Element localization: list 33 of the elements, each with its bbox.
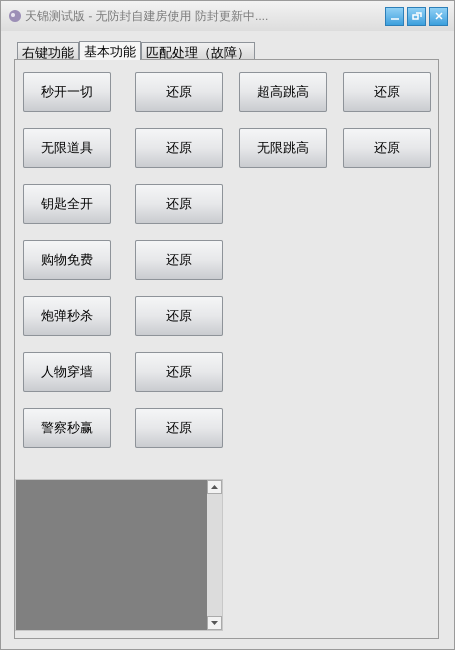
scrollbar[interactable] xyxy=(207,480,222,630)
function-button[interactable]: 还原 xyxy=(135,72,223,112)
tab[interactable]: 基本功能 xyxy=(79,41,141,60)
close-button[interactable] xyxy=(429,6,448,26)
function-button[interactable]: 还原 xyxy=(135,240,223,280)
scroll-down-icon[interactable] xyxy=(207,616,222,630)
function-button[interactable]: 还原 xyxy=(135,408,223,448)
tab[interactable]: 右键功能 xyxy=(17,42,79,59)
scroll-up-icon[interactable] xyxy=(207,480,222,494)
function-button[interactable]: 还原 xyxy=(135,184,223,224)
function-button[interactable]: 无限跳高 xyxy=(239,128,327,168)
function-button[interactable]: 无限道具 xyxy=(23,128,111,168)
window-title: 天锦测试版 - 无防封自建房使用 防封更新中.... xyxy=(25,8,268,25)
function-button[interactable]: 还原 xyxy=(343,72,431,112)
restore-button[interactable] xyxy=(407,6,426,26)
function-button[interactable]: 警察秒赢 xyxy=(23,408,111,448)
close-icon xyxy=(434,11,444,21)
function-button[interactable]: 还原 xyxy=(135,296,223,336)
function-button[interactable]: 还原 xyxy=(343,128,431,168)
function-button[interactable]: 购物免费 xyxy=(23,240,111,280)
function-button[interactable]: 秒开一切 xyxy=(23,72,111,112)
minimize-button[interactable] xyxy=(385,6,404,26)
function-button[interactable]: 炮弹秒杀 xyxy=(23,296,111,336)
log-area[interactable] xyxy=(15,479,223,631)
function-button[interactable]: 超高跳高 xyxy=(239,72,327,112)
function-button[interactable]: 还原 xyxy=(135,128,223,168)
function-button[interactable]: 钥匙全开 xyxy=(23,184,111,224)
restore-icon xyxy=(412,11,422,21)
function-button[interactable]: 人物穿墙 xyxy=(23,352,111,392)
function-button[interactable]: 还原 xyxy=(135,352,223,392)
tab[interactable]: 匹配处理（故障） xyxy=(141,42,255,59)
minimize-icon xyxy=(390,18,398,20)
app-icon xyxy=(7,8,23,24)
